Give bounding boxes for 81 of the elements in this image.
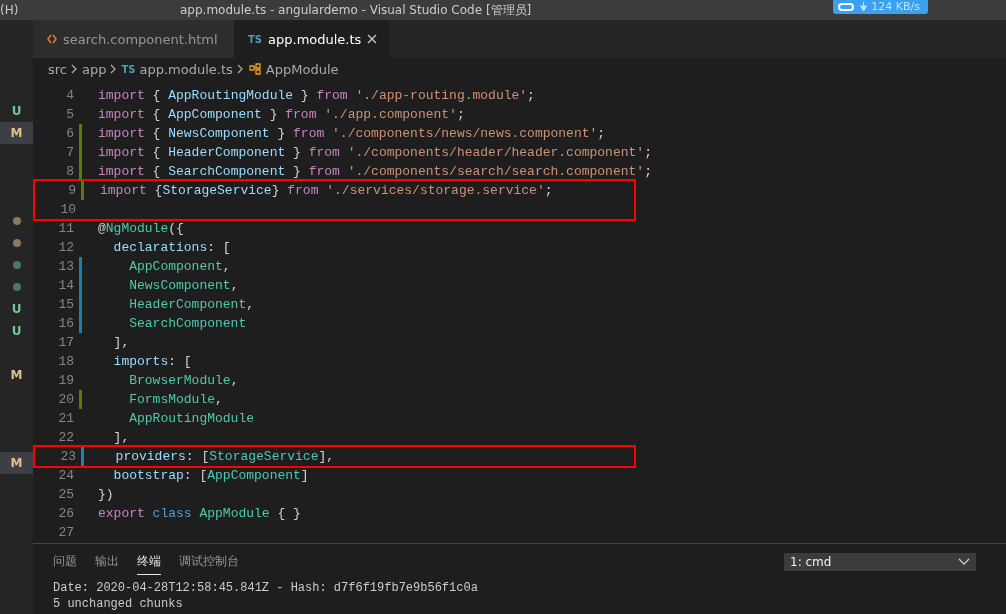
git-status-letter: U xyxy=(11,302,22,316)
editor-tab[interactable]: TS app.module.ts xyxy=(234,20,390,58)
speed-reading: 124 KB/s xyxy=(871,1,920,13)
line-number: 9 xyxy=(67,183,76,198)
code-line: export class AppModule { } xyxy=(97,506,301,521)
code-line: FormsModule, xyxy=(128,392,223,407)
line-number: 20 xyxy=(57,392,74,407)
code-brackets-icon xyxy=(47,34,57,44)
window-title: app.module.ts - angulardemo - Visual Studio Code [管理员] xyxy=(180,1,532,19)
git-status-letter: M xyxy=(10,368,23,382)
close-icon[interactable] xyxy=(367,34,378,44)
git-status-letter: U xyxy=(11,324,22,338)
code-line: }) xyxy=(97,487,114,502)
line-number: 11 xyxy=(57,221,74,236)
line-number: 8 xyxy=(65,164,74,179)
panel-tab[interactable]: 问题 xyxy=(53,549,77,575)
editor-tab[interactable]: search.component.html xyxy=(33,20,234,58)
line-number: 27 xyxy=(57,525,74,540)
line-number: 6 xyxy=(65,126,74,141)
line-number: 13 xyxy=(57,259,74,274)
code-line: declarations: [ xyxy=(112,240,231,255)
code-line: AppRoutingModule xyxy=(128,411,255,426)
chevron-down-icon xyxy=(958,558,970,566)
chevron-icon xyxy=(110,64,118,74)
code-line: import { AppComponent } from './app.component'; xyxy=(97,107,465,122)
code-line: bootstrap: [AppComponent] xyxy=(112,468,309,483)
line-number: 10 xyxy=(59,202,76,217)
link-icon xyxy=(836,2,857,12)
line-number: 4 xyxy=(65,88,74,103)
code-line: HeaderComponent, xyxy=(128,297,255,312)
line-number: 18 xyxy=(57,354,74,369)
code-line: ], xyxy=(112,430,130,445)
line-number: 12 xyxy=(57,240,74,255)
breadcrumb-item[interactable]: app xyxy=(82,61,107,77)
git-status-letter: U xyxy=(11,104,22,118)
line-number: 23 xyxy=(59,449,76,464)
code-line: import { SearchComponent } from './components/search/search.component'; xyxy=(97,164,652,179)
panel-tab[interactable]: 终端 xyxy=(137,549,161,575)
file-type-label: TS xyxy=(121,63,136,75)
file-row[interactable]: M xyxy=(0,122,33,144)
panel-tab[interactable]: 输出 xyxy=(95,549,119,575)
download-arrow-icon xyxy=(860,2,868,12)
code-line: AppComponent, xyxy=(128,259,231,274)
code-line: NewsComponent, xyxy=(128,278,239,293)
git-status-letter: M xyxy=(10,126,23,140)
line-number: 22 xyxy=(57,430,74,445)
line-number: 14 xyxy=(57,278,74,293)
line-number: 5 xyxy=(65,107,74,122)
terminal-line: 5 unchanged chunks xyxy=(53,596,184,612)
line-number: 25 xyxy=(57,487,74,502)
line-number: 15 xyxy=(57,297,74,312)
code-line: SearchComponent xyxy=(128,316,247,331)
class-icon xyxy=(247,62,262,76)
chevron-icon xyxy=(236,64,244,74)
git-status-letter: M xyxy=(10,456,23,470)
code-line: import {StorageService} from './services/storage.service'; xyxy=(99,183,553,198)
file-type-label: TS xyxy=(248,33,263,45)
code-line: BrowserModule, xyxy=(128,373,239,388)
breadcrumb-item[interactable]: AppModule xyxy=(265,61,339,77)
line-number: 19 xyxy=(57,373,74,388)
file-row[interactable]: M xyxy=(0,452,33,474)
line-number: 24 xyxy=(57,468,74,483)
terminal-select[interactable]: 1: cmd xyxy=(784,553,976,571)
terminal-line: Date: 2020-04-28T12:58:45.841Z - Hash: d7f6f19fb7e9b56f1c0a xyxy=(53,580,479,596)
code-line: @NgModule({ xyxy=(97,221,184,236)
panel-tab[interactable]: 调试控制台 xyxy=(179,549,239,575)
chevron-icon xyxy=(71,64,78,74)
code-line: import { AppRoutingModule } from './app-routing.module'; xyxy=(97,88,535,103)
breadcrumb-item[interactable]: app.module.ts xyxy=(139,61,233,77)
code-line: ], xyxy=(112,335,130,350)
code-line: imports: [ xyxy=(112,354,192,369)
line-number: 21 xyxy=(57,411,74,426)
menu-item[interactable]: (H) xyxy=(0,3,180,17)
line-number: 26 xyxy=(57,506,74,521)
code-line: import { HeaderComponent } from './components/header/header.component'; xyxy=(97,145,652,160)
line-number: 16 xyxy=(57,316,74,331)
code-line: import { NewsComponent } from './components/news/news.component'; xyxy=(97,126,606,141)
breadcrumb-item[interactable]: src xyxy=(48,61,67,77)
line-number: 17 xyxy=(57,335,74,350)
line-number: 7 xyxy=(65,145,74,160)
code-line: providers: [StorageService], xyxy=(114,449,335,464)
